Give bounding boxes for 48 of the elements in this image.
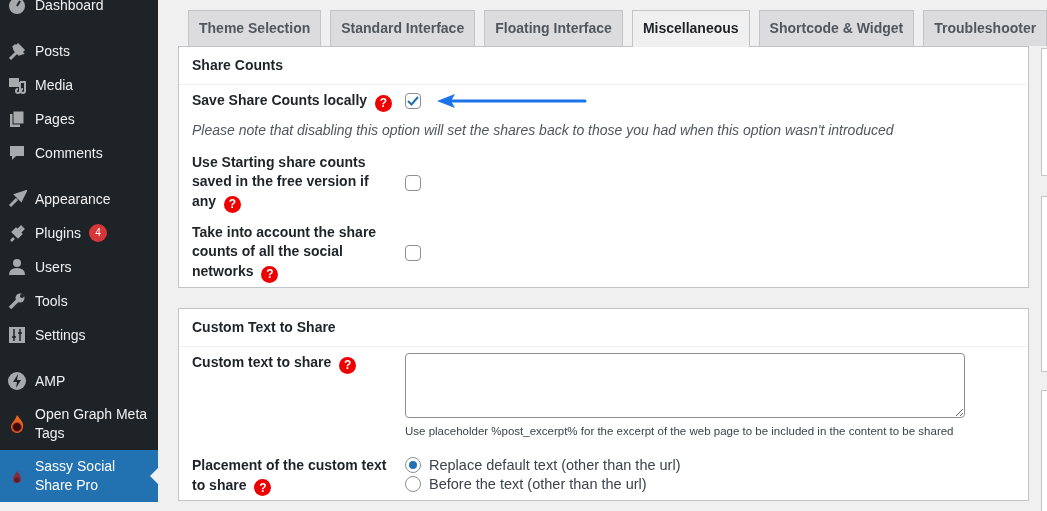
option-label: Use Starting share counts saved in the free version if any ?: [192, 152, 370, 213]
sidebar-item[interactable]: Dashboard: [0, 0, 158, 22]
help-icon[interactable]: ?: [374, 94, 392, 112]
option-label: Take into account the share counts of all the social networks ?: [192, 222, 378, 283]
user-icon: [7, 257, 27, 277]
option-label: Placement of the custom text to share ?: [192, 455, 388, 497]
sidebar-item[interactable]: AMP: [0, 364, 158, 398]
count-badge: 4: [88, 224, 107, 242]
sidebar-item[interactable]: Plugins 4: [0, 216, 158, 250]
hint-text: Use placeholder %post_excerpt% for the excerpt of the web page to be included in the content to be shared: [405, 423, 955, 439]
tab[interactable]: Shortcode & Widget: [758, 10, 915, 46]
sidebar-item[interactable]: Media: [0, 68, 158, 102]
sidebar-item[interactable]: Open Graph Meta Tags: [0, 398, 158, 450]
option-label: Save Share Counts locally ?: [192, 90, 396, 112]
checkbox[interactable]: [405, 244, 421, 261]
sidebar-item[interactable]: Sassy Social Share Pro: [0, 449, 158, 502]
section-title: Share Counts: [179, 47, 1028, 85]
sidebar-item[interactable]: Appearance: [0, 182, 158, 216]
option-label: Custom text to share ?: [192, 352, 396, 446]
help-icon[interactable]: ?: [254, 479, 272, 497]
radio-label[interactable]: Replace default text (other than the url): [429, 455, 681, 475]
tab[interactable]: Miscellaneous: [631, 10, 750, 47]
sidebar-item[interactable]: Pages: [0, 102, 158, 136]
sidebar-item[interactable]: Comments: [0, 136, 158, 170]
checkbox[interactable]: [405, 174, 421, 191]
wrench-icon: [7, 291, 27, 311]
tab[interactable]: Theme Selection: [188, 10, 322, 46]
caret-icon: [150, 467, 158, 484]
help-icon[interactable]: ?: [339, 356, 357, 374]
radio-label[interactable]: Before the text (other than the url): [429, 474, 647, 494]
tab[interactable]: Troubleshooter: [923, 10, 1047, 46]
sliders-icon: [7, 325, 27, 345]
tab[interactable]: Standard Interface: [330, 10, 476, 46]
comment-icon: [7, 143, 27, 163]
help-note: Please note that disabling this option will set the shares back to those you had when this option wasn't introduced: [191, 120, 895, 140]
media-icon: [7, 75, 27, 95]
pages-icon: [7, 109, 27, 129]
sidebar-item[interactable]: Users: [0, 250, 158, 284]
section-title: Custom Text to Share: [179, 308, 1028, 347]
checkbox[interactable]: [405, 93, 421, 110]
text-area[interactable]: [405, 352, 965, 418]
tab[interactable]: Floating Interface: [484, 10, 623, 46]
sidebar-item[interactable]: Tools: [0, 284, 158, 318]
sidebar-item[interactable]: Settings: [0, 318, 158, 352]
sidebar-item[interactable]: Posts: [0, 34, 158, 68]
bolt-icon: [7, 371, 27, 391]
help-icon[interactable]: ?: [261, 265, 279, 283]
help-icon[interactable]: ?: [224, 195, 241, 213]
